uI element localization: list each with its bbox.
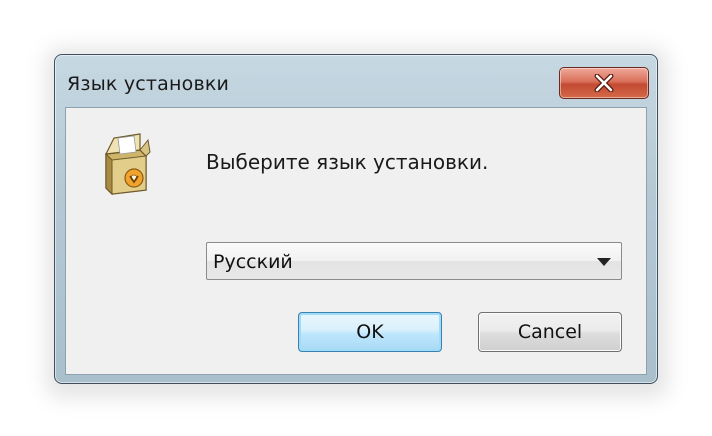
installer-box-icon	[104, 133, 151, 196]
language-select-value: Русский	[213, 251, 293, 273]
prompt-text: Выберите язык установки.	[206, 150, 489, 174]
window-title: Язык установки	[67, 73, 230, 95]
chevron-down-icon[interactable]	[597, 258, 611, 266]
dialog-body: Выберите язык установки. Русский OK Canc…	[65, 107, 647, 375]
title-bar[interactable]: Язык установки	[55, 55, 657, 105]
language-select[interactable]: Русский	[206, 242, 622, 280]
close-icon	[594, 74, 614, 92]
ok-button[interactable]: OK	[298, 312, 442, 352]
close-button[interactable]	[559, 67, 649, 99]
cancel-button[interactable]: Cancel	[478, 312, 622, 352]
setup-language-dialog: Язык установки Выберите язык установки.	[54, 54, 658, 384]
